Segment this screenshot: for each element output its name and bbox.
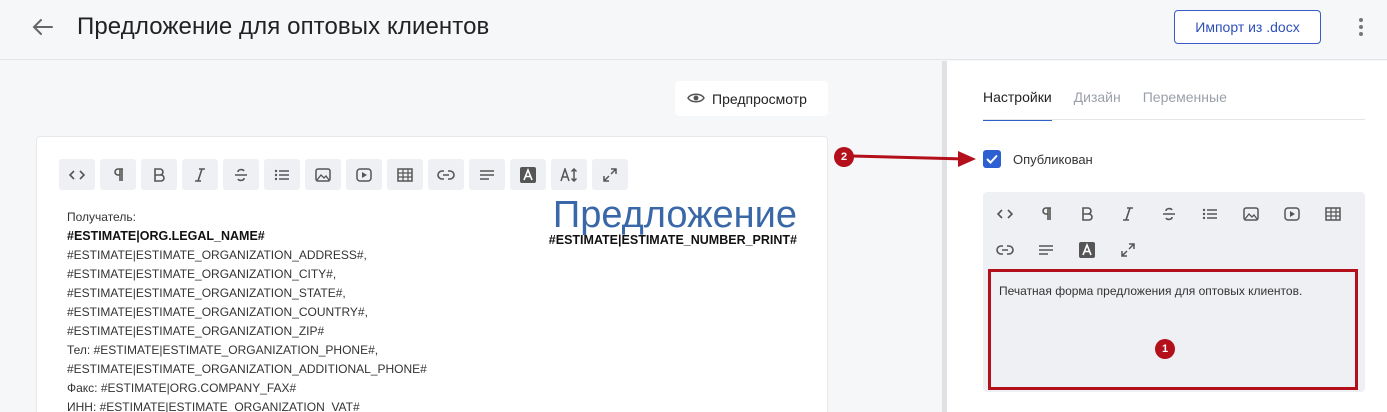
doc-line: #ESTIMATE|ESTIMATE_ORGANIZATION_ADDRESS#…: [67, 248, 367, 262]
editor-toolbar: [59, 159, 628, 190]
settings-pane: Настройки Дизайн Переменные Опубликован …: [947, 61, 1387, 412]
fullscreen-icon[interactable]: [1110, 234, 1146, 265]
paragraph-icon[interactable]: [100, 159, 136, 190]
bold-icon[interactable]: [1069, 198, 1105, 229]
bold-icon[interactable]: [141, 159, 177, 190]
published-label: Опубликован: [1013, 152, 1093, 167]
document-number: #ESTIMATE|ESTIMATE_NUMBER_PRINT#: [548, 233, 797, 247]
italic-icon[interactable]: [1110, 198, 1146, 229]
video-icon[interactable]: [346, 159, 382, 190]
page-header: Предложение для оптовых клиентов Импорт …: [0, 0, 1387, 60]
tab-variables[interactable]: Переменные: [1143, 89, 1227, 121]
align-icon[interactable]: [469, 159, 505, 190]
doc-line: Тел: #ESTIMATE|ESTIMATE_ORGANIZATION_PHO…: [67, 343, 379, 357]
document-editor[interactable]: Получатель: #ESTIMATE|ORG.LEGAL_NAME# #E…: [36, 136, 828, 412]
font-color-icon[interactable]: [510, 159, 546, 190]
paragraph-icon[interactable]: [1028, 198, 1064, 229]
tab-settings[interactable]: Настройки: [983, 89, 1052, 121]
description-editor: Печатная форма предложения для оптовых к…: [983, 192, 1365, 392]
kebab-menu-icon[interactable]: [1353, 16, 1369, 38]
doc-line: #ESTIMATE|ESTIMATE_ORGANIZATION_ADDITION…: [67, 362, 427, 376]
doc-line: Факс: #ESTIMATE|ORG.COMPANY_FAX#: [67, 381, 297, 395]
eye-icon: [687, 93, 705, 103]
list-icon[interactable]: [264, 159, 300, 190]
settings-tabs: Настройки Дизайн Переменные: [983, 89, 1227, 121]
code-icon[interactable]: [987, 198, 1023, 229]
fullscreen-icon[interactable]: [592, 159, 628, 190]
image-icon[interactable]: [1233, 198, 1269, 229]
annotation-arrow: [851, 151, 976, 167]
doc-line: #ESTIMATE|ESTIMATE_ORGANIZATION_COUNTRY#…: [67, 305, 368, 319]
annotation-marker-2: 2: [834, 147, 854, 167]
font-size-icon[interactable]: [551, 159, 587, 190]
strikethrough-icon[interactable]: [223, 159, 259, 190]
strikethrough-icon[interactable]: [1151, 198, 1187, 229]
import-docx-button[interactable]: Импорт из .docx: [1174, 10, 1321, 44]
table-icon[interactable]: [387, 159, 423, 190]
document-heading-block: Предложение #ESTIMATE|ESTIMATE_NUMBER_PR…: [549, 193, 797, 247]
doc-line: #ESTIMATE|ESTIMATE_ORGANIZATION_CITY#,: [67, 267, 337, 281]
doc-line: #ESTIMATE|ESTIMATE_ORGANIZATION_ZIP#: [67, 324, 325, 338]
link-icon[interactable]: [428, 159, 464, 190]
align-icon[interactable]: [1028, 234, 1064, 265]
doc-line: #ESTIMATE|ORG.LEGAL_NAME#: [67, 229, 265, 243]
font-color-icon[interactable]: [1069, 234, 1105, 265]
document-body: Получатель: #ESTIMATE|ORG.LEGAL_NAME# #E…: [67, 208, 427, 412]
page-title: Предложение для оптовых клиентов: [77, 13, 490, 40]
tabs-divider: [983, 119, 1365, 120]
preview-button[interactable]: Предпросмотр: [675, 81, 828, 116]
description-textarea[interactable]: Печатная форма предложения для оптовых к…: [988, 269, 1358, 390]
table-icon[interactable]: [1315, 198, 1351, 229]
doc-line: Получатель:: [67, 210, 136, 224]
document-heading: Предложение: [552, 194, 797, 236]
annotation-marker-1: 1: [1155, 339, 1175, 359]
doc-line: #ESTIMATE|ESTIMATE_ORGANIZATION_STATE#,: [67, 286, 346, 300]
editor-pane: Предпросмотр Получатель: #ESTIMATE|ORG.L…: [0, 61, 942, 412]
video-icon[interactable]: [1274, 198, 1310, 229]
description-text: Печатная форма предложения для оптовых к…: [999, 284, 1303, 298]
italic-icon[interactable]: [182, 159, 218, 190]
image-icon[interactable]: [305, 159, 341, 190]
arrow-left-icon[interactable]: [30, 14, 56, 40]
preview-label: Предпросмотр: [712, 91, 807, 107]
list-icon[interactable]: [1192, 198, 1228, 229]
doc-line: ИНН: #ESTIMATE|ESTIMATE_ORGANIZATION_VAT…: [67, 400, 360, 412]
code-icon[interactable]: [59, 159, 95, 190]
link-icon[interactable]: [987, 234, 1023, 265]
description-toolbar: [987, 198, 1361, 265]
tab-design[interactable]: Дизайн: [1074, 89, 1121, 121]
